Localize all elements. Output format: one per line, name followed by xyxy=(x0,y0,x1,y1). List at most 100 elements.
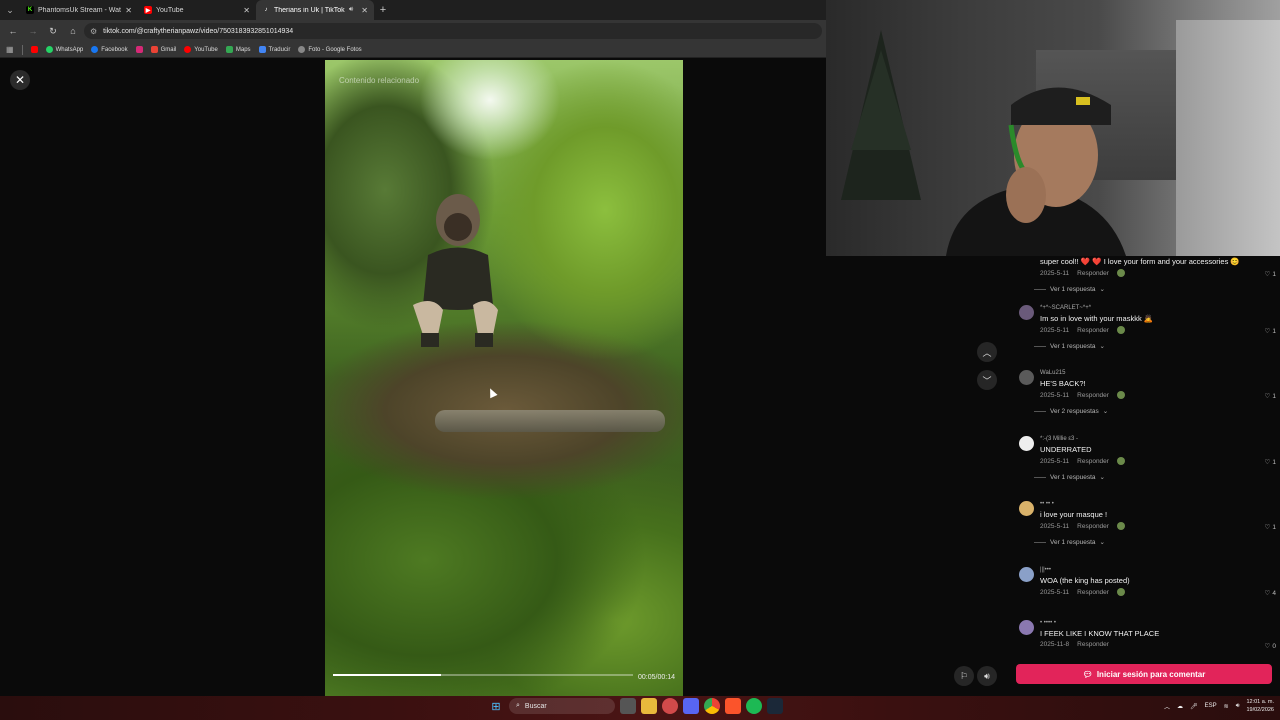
chevron-down-icon: ⌄ xyxy=(1099,539,1105,546)
view-replies-button[interactable]: Ver 1 respuesta ⌄ xyxy=(1034,473,1105,481)
brave-icon[interactable] xyxy=(725,698,741,714)
comment-date: 2025-5-11 xyxy=(1040,326,1070,334)
like-button[interactable]: ♡ 1 xyxy=(1264,327,1276,336)
avatar[interactable] xyxy=(1019,370,1034,385)
url-input[interactable]: ⚙ tiktok.com/@craftytherianpawz/video/75… xyxy=(84,23,822,39)
avatar[interactable] xyxy=(1019,501,1034,516)
bookmark-maps[interactable]: Maps xyxy=(225,46,251,53)
like-button[interactable]: ♡ 4 xyxy=(1265,589,1276,598)
new-tab-button[interactable]: + xyxy=(374,0,392,20)
bookmark-photos[interactable]: Foto - Google Fotos xyxy=(298,46,362,53)
comment-meta: 2025-5-11 Responder xyxy=(1040,269,1125,277)
comment-username[interactable]: *+*~SCARLET~*+* xyxy=(1040,305,1091,311)
steam-icon[interactable] xyxy=(767,698,783,714)
comment-username[interactable]: *:-(3 Millie ε3 - xyxy=(1040,436,1078,442)
like-button[interactable]: ♡ 1 xyxy=(1265,392,1276,401)
chevron-up-icon[interactable]: ︿ xyxy=(1164,702,1170,711)
discord-icon[interactable] xyxy=(683,698,699,714)
comment-date: 2025-5-11 xyxy=(1040,269,1070,277)
login-to-comment-button[interactable]: 💬︎ Iniciar sesión para comentar xyxy=(1016,664,1272,684)
close-video-button[interactable]: ✕ xyxy=(10,70,30,90)
wifi-icon[interactable]: ≋ xyxy=(1224,703,1229,710)
previous-video-button[interactable]: ︿ xyxy=(977,342,997,362)
tab-title: YouTube xyxy=(156,6,184,14)
reply-button[interactable]: Responder xyxy=(1077,458,1109,465)
reply-button[interactable]: Responder xyxy=(1077,327,1109,334)
bookmark-youtube-icon-only[interactable] xyxy=(30,46,38,53)
clock[interactable]: 12:01 a. m. 19/02/2026 xyxy=(1246,698,1274,714)
tab-tiktok[interactable]: ♪ Therians in Uk | TikTok 🔊︎ ✕ xyxy=(256,0,374,20)
bookmark-youtube[interactable]: YouTube xyxy=(184,46,218,53)
avatar[interactable] xyxy=(1019,620,1034,635)
avatar[interactable] xyxy=(1019,567,1034,582)
spotify-icon[interactable] xyxy=(746,698,762,714)
video-progress-bar[interactable] xyxy=(333,674,633,676)
reload-icon[interactable]: ↻ xyxy=(44,22,62,40)
chrome-icon[interactable] xyxy=(704,698,720,714)
video-player[interactable]: Contenido relacionado 00:05/00:14 xyxy=(325,60,683,696)
bookmark-gmail[interactable]: Gmail xyxy=(150,46,176,53)
comment-text: I FEEK LIKE I KNOW THAT PLACE xyxy=(1040,629,1160,638)
tiktok-icon: ♪ xyxy=(264,7,268,13)
avatar[interactable] xyxy=(1019,305,1034,320)
file-explorer-icon[interactable] xyxy=(641,698,657,714)
speaker-icon[interactable]: 🔊︎ xyxy=(349,6,353,14)
like-button[interactable]: ♡ 1 xyxy=(1265,523,1276,532)
streamer-image xyxy=(946,87,1126,256)
tab-phantoms[interactable]: K PhantomsUk Stream - Watch Li ✕ xyxy=(20,0,138,20)
task-view-icon[interactable] xyxy=(620,698,636,714)
close-tab-icon[interactable]: ✕ xyxy=(361,6,368,15)
apps-grid-icon[interactable]: ▦ xyxy=(6,45,14,54)
like-button[interactable]: ♡ 1 xyxy=(1265,270,1276,279)
like-button[interactable]: ♡ 1 xyxy=(1265,458,1276,467)
heart-icon: ♡ xyxy=(1264,328,1271,335)
reply-button[interactable]: Responder xyxy=(1077,270,1109,277)
mouse-cursor-icon xyxy=(486,386,498,399)
comment-meta: 2025-5-11 Responder xyxy=(1040,326,1125,334)
tab-search-icon[interactable]: ⌄ xyxy=(0,0,20,20)
view-replies-button[interactable]: Ver 1 respuesta ⌄ xyxy=(1034,538,1105,546)
like-count: 1 xyxy=(1272,392,1276,400)
comment-username[interactable]: •• •• • xyxy=(1040,501,1054,507)
close-tab-icon[interactable]: ✕ xyxy=(125,6,132,15)
bookmark-facebook[interactable]: Facebook xyxy=(91,46,128,53)
volume-icon[interactable]: 🔊︎ xyxy=(1236,703,1240,710)
snipping-tool-icon[interactable] xyxy=(662,698,678,714)
bookmark-translate[interactable]: Traducir xyxy=(258,46,290,53)
bookmark-label: WhatsApp xyxy=(55,46,84,53)
comment-meta: 2025-11-8 Responder xyxy=(1040,641,1109,648)
report-button[interactable]: ⚐ xyxy=(954,666,974,686)
view-replies-button[interactable]: Ver 1 respuesta ⌄ xyxy=(1034,342,1105,350)
gmail-icon xyxy=(150,46,158,53)
like-button[interactable]: ♡ 0 xyxy=(1265,642,1276,651)
onedrive-icon[interactable]: ☁ xyxy=(1177,703,1183,710)
video-subject-image xyxy=(413,194,498,347)
forward-icon[interactable]: → xyxy=(24,22,42,40)
bookmark-instagram[interactable] xyxy=(135,46,143,53)
comment-username[interactable]: WaLu215 xyxy=(1040,370,1065,376)
language-indicator[interactable]: ESP xyxy=(1205,703,1217,709)
home-icon[interactable]: ⌂ xyxy=(64,22,82,40)
video-log-image xyxy=(435,410,665,432)
view-replies-button[interactable]: Ver 1 respuesta ⌄ xyxy=(1034,285,1105,293)
tab-youtube[interactable]: ▶ YouTube ✕ xyxy=(138,0,256,20)
chevron-down-icon: ⌄ xyxy=(1099,474,1105,481)
volume-button[interactable]: 🔊︎ xyxy=(977,666,997,686)
comment-username[interactable]: |||••• xyxy=(1040,567,1051,573)
reply-button[interactable]: Responder xyxy=(1077,641,1109,648)
reply-button[interactable]: Responder xyxy=(1077,392,1109,399)
bookmark-whatsapp[interactable]: WhatsApp xyxy=(45,46,84,53)
reply-button[interactable]: Responder xyxy=(1077,523,1109,530)
avatar[interactable] xyxy=(1019,436,1034,451)
taskbar-search-input[interactable]: ⌕ Buscar xyxy=(509,698,615,714)
close-tab-icon[interactable]: ✕ xyxy=(243,6,250,15)
microphone-icon[interactable]: 🎤︎ xyxy=(1190,703,1198,710)
comment-username[interactable]: • •••• • xyxy=(1040,620,1056,626)
comment-list[interactable]: super cool!! ❤️ ❤️ I love your form and … xyxy=(1018,256,1280,656)
reply-button[interactable]: Responder xyxy=(1077,589,1109,596)
back-icon[interactable]: ← xyxy=(4,22,22,40)
windows-start-icon[interactable]: ⊞ xyxy=(488,698,504,714)
view-replies-button[interactable]: Ver 2 respuestas ⌄ xyxy=(1034,407,1108,415)
next-video-button[interactable]: ﹀ xyxy=(977,370,997,390)
site-info-icon[interactable]: ⚙ xyxy=(90,27,97,36)
